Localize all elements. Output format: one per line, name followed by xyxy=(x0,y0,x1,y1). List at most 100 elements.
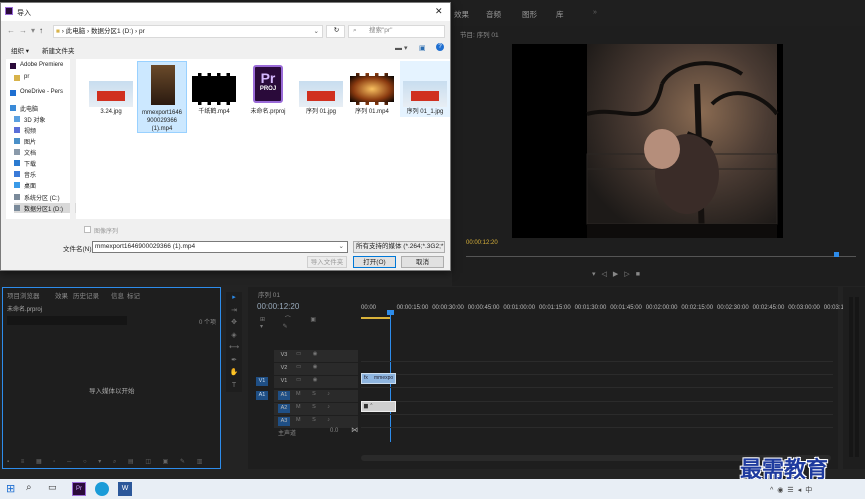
file-item[interactable]: 序列 01_1.jpg xyxy=(400,61,450,117)
taskbar-search-icon[interactable]: ⌕ xyxy=(26,482,40,496)
breadcrumb-d-drive[interactable]: 数据分区1 (D:) xyxy=(91,28,133,35)
hand-tool-icon[interactable]: ✋ xyxy=(226,367,242,380)
workspace-more-icon[interactable]: » xyxy=(593,9,597,16)
help-icon[interactable]: ? xyxy=(436,43,444,51)
track-toggle-icons[interactable]: M S ♪ xyxy=(296,417,335,423)
track-toggle-icons[interactable]: ▭ ◉ xyxy=(296,364,323,370)
track-name[interactable]: V3 xyxy=(278,351,290,360)
windows-start-icon[interactable]: ⊞ xyxy=(6,482,20,496)
image-sequence-checkbox[interactable] xyxy=(84,226,91,233)
back-icon[interactable]: ← xyxy=(7,26,19,35)
timeline-tab[interactable]: 序列 01 xyxy=(258,289,280,299)
track-name[interactable]: V2 xyxy=(278,364,290,373)
track-toggle-icons[interactable]: M S ♪ xyxy=(296,391,335,397)
nav-item[interactable]: Adobe Premiere xyxy=(10,61,72,71)
track-name[interactable]: V1 xyxy=(278,377,290,386)
track-header[interactable]: V1 ▭ ◉ xyxy=(274,376,358,388)
file-item[interactable]: mmexport1646 900029366 (1).mp4 xyxy=(137,61,187,133)
nav-scrollbar[interactable] xyxy=(70,59,75,219)
history-icon[interactable]: ▾ xyxy=(31,26,39,35)
playhead-handle[interactable] xyxy=(387,310,394,315)
program-scrubber[interactable] xyxy=(466,256,856,257)
video-clip[interactable]: fx mmexpo xyxy=(361,373,396,384)
tab-markers[interactable]: 标记 xyxy=(127,290,140,300)
track-header[interactable]: V3 ▭ ◉ xyxy=(274,350,358,362)
refresh-button[interactable]: ↻ xyxy=(326,25,345,38)
view-options-icon[interactable]: ▬ ▾ xyxy=(395,44,407,52)
track-name[interactable]: A3 xyxy=(278,417,290,426)
track-lane[interactable] xyxy=(361,416,833,428)
audio-clip[interactable]: ▆ ⌃ xyxy=(361,401,396,412)
breadcrumb-this-pc[interactable]: 此电脑 xyxy=(66,28,86,35)
nav-item[interactable]: 视频 xyxy=(14,125,76,135)
workspace-tab-effects[interactable]: 效果 xyxy=(454,9,469,20)
track-header[interactable]: A3 M S ♪ xyxy=(274,416,358,428)
file-item[interactable]: 千纸鹤.mp4 xyxy=(189,61,239,117)
play-icon[interactable]: ▶ xyxy=(613,271,624,278)
timeline-timecode[interactable]: 00:00:12:20 xyxy=(257,302,299,311)
track-name[interactable]: A1 xyxy=(278,391,290,400)
timeline-ruler[interactable]: 00:00 00:00:15:00 00:00:30:00 00:00:45:00 00… xyxy=(361,305,847,315)
mark-in-icon[interactable]: ▾ xyxy=(592,271,602,278)
nav-item[interactable]: 此电脑 xyxy=(10,103,72,113)
track-name[interactable]: A2 xyxy=(278,404,290,413)
organize-button[interactable]: 组织 ▾ xyxy=(11,45,29,55)
type-tool-icon[interactable]: T xyxy=(226,380,242,393)
file-item[interactable]: 序列 01.mp4 xyxy=(347,61,397,117)
close-icon[interactable]: ✕ xyxy=(435,6,443,17)
razor-tool-icon[interactable]: ◈ xyxy=(226,330,242,343)
filetype-select[interactable]: 所有支持的媒体 (*.264;*.3G2;* xyxy=(353,241,445,253)
selection-tool-icon[interactable]: ▸ xyxy=(226,292,242,305)
nav-item[interactable]: 下载 xyxy=(14,158,76,168)
track-lane[interactable] xyxy=(361,376,833,388)
taskbar-word-icon[interactable]: W xyxy=(118,482,132,496)
task-view-icon[interactable]: ▭ xyxy=(48,482,62,496)
tray-ime-icon[interactable]: 中 xyxy=(805,487,816,494)
forward-icon[interactable]: → xyxy=(19,26,31,35)
program-timecode[interactable]: 00:00:12:20 xyxy=(466,240,498,246)
open-button[interactable]: 打开(O) xyxy=(353,256,396,268)
program-tab[interactable]: 节目: 序列 01 xyxy=(460,29,499,39)
track-toggle-icons[interactable]: M S ♪ xyxy=(296,404,335,410)
tab-effects[interactable]: 效果 xyxy=(55,290,68,300)
address-bar[interactable]: ■ › 此电脑 › 数据分区1 (D:) › pr ⌄ xyxy=(53,25,323,38)
track-lane[interactable] xyxy=(361,390,833,402)
nav-item[interactable]: 3D 对象 xyxy=(14,114,76,124)
track-lane[interactable] xyxy=(361,403,833,415)
nav-item[interactable]: 文档 xyxy=(14,147,76,157)
export-frame-icon[interactable]: ■ xyxy=(636,271,646,278)
source-patch[interactable]: A1 xyxy=(256,391,268,400)
nav-item[interactable]: 图片 xyxy=(14,136,76,146)
master-end-icon[interactable]: ⋈ xyxy=(351,426,358,434)
tray-wifi-icon[interactable]: ☰ xyxy=(787,487,797,494)
nav-item[interactable]: 数据分区1 (D:) xyxy=(14,203,76,213)
preview-pane-icon[interactable]: ▣ xyxy=(419,44,426,52)
workspace-tab-library[interactable]: 库 xyxy=(556,9,564,20)
filename-input[interactable]: mmexport1646900029366 (1).mp4 ⌄ xyxy=(92,241,348,253)
step-back-icon[interactable]: ◁ xyxy=(602,271,613,278)
nav-item[interactable]: 系统分区 (C:) xyxy=(14,192,76,202)
workspace-tab-audio[interactable]: 音频 xyxy=(486,9,501,20)
ripple-tool-icon[interactable]: ✥ xyxy=(226,317,242,330)
master-track-value[interactable]: 0.0 xyxy=(330,428,338,434)
track-header[interactable]: A1 M S ♪ xyxy=(274,390,358,402)
workspace-tab-graphics[interactable]: 图形 xyxy=(522,9,537,20)
cancel-button[interactable]: 取消 xyxy=(401,256,444,268)
source-patch[interactable]: V1 xyxy=(256,377,268,386)
track-lane[interactable] xyxy=(361,350,833,362)
tab-info[interactable]: 信息 xyxy=(111,290,124,300)
project-search-input[interactable] xyxy=(7,316,127,325)
pen-tool-icon[interactable]: ✒ xyxy=(226,355,242,368)
tray-network-icon[interactable]: ◉ xyxy=(777,487,787,494)
tab-history[interactable]: 历史记录 xyxy=(73,290,99,300)
track-toggle-icons[interactable]: ▭ ◉ xyxy=(296,377,323,383)
search-input[interactable]: ⌕ 搜索"pr" xyxy=(348,25,445,38)
track-select-tool-icon[interactable]: ⇥ xyxy=(226,305,242,318)
new-folder-button[interactable]: 新建文件夹 xyxy=(42,45,75,55)
track-header[interactable]: A2 M S ♪ xyxy=(274,403,358,415)
file-item[interactable]: 3.24.jpg xyxy=(86,61,136,117)
program-playhead[interactable] xyxy=(834,252,839,257)
step-forward-icon[interactable]: ▷ xyxy=(624,271,635,278)
breadcrumb-pr[interactable]: pr xyxy=(139,28,145,35)
file-item[interactable]: Pr PROJ 未命名.prproj xyxy=(243,61,293,117)
